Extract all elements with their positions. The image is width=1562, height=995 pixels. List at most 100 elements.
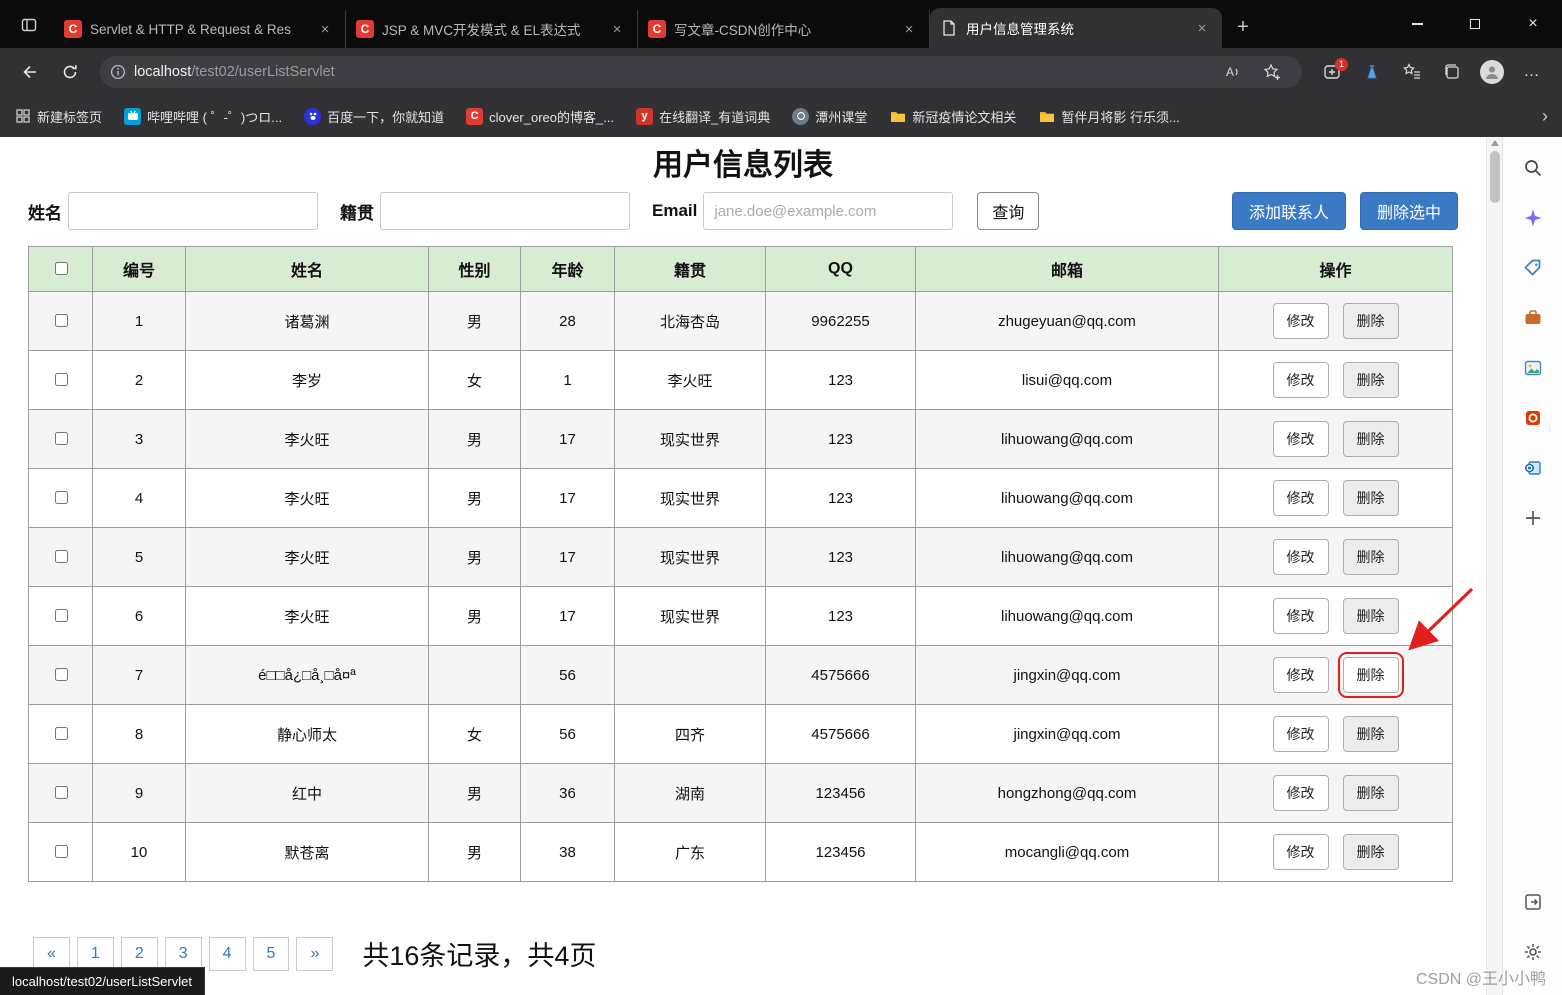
tab-close-icon[interactable]: × (607, 19, 627, 39)
sidebar-shopping-tag-icon[interactable] (1516, 251, 1550, 285)
settings-more-icon[interactable]: … (1515, 56, 1549, 88)
extension-icon[interactable] (1355, 56, 1389, 88)
delete-selected-button[interactable]: 删除选中 (1360, 192, 1458, 230)
csdn-favicon-icon: C (64, 20, 82, 38)
cell-name: 李火旺 (186, 469, 429, 528)
delete-button[interactable]: 删除 (1343, 834, 1399, 870)
tab-actions-icon[interactable] (12, 10, 46, 40)
tab-jsp-mvc[interactable]: C JSP & MVC开发模式 & EL表达式 × (346, 10, 638, 48)
cell-email: mocangli@qq.com (916, 823, 1219, 882)
sidebar-copilot-icon[interactable] (1516, 201, 1550, 235)
row-checkbox[interactable] (55, 786, 68, 799)
delete-button[interactable]: 删除 (1343, 421, 1399, 457)
grid-icon (14, 108, 31, 125)
site-info-icon[interactable] (110, 64, 126, 80)
minimize-button[interactable] (1388, 0, 1446, 48)
sidebar-open-in-icon[interactable] (1516, 885, 1550, 919)
page-5-button[interactable]: 5 (253, 937, 290, 971)
sidebar-outlook-icon[interactable] (1516, 451, 1550, 485)
modify-button[interactable]: 修改 (1273, 539, 1329, 575)
page-1-button[interactable]: 1 (77, 937, 114, 971)
sidebar-office-icon[interactable] (1516, 401, 1550, 435)
back-icon[interactable] (13, 56, 47, 88)
browser-essentials-icon[interactable]: 1 (1315, 56, 1349, 88)
tab-close-icon[interactable]: × (315, 19, 335, 39)
row-checkbox[interactable] (55, 432, 68, 445)
modify-button[interactable]: 修改 (1273, 834, 1329, 870)
row-checkbox[interactable] (55, 550, 68, 563)
bookmark-folder-covid[interactable]: 新冠疫情论文相关 (889, 107, 1016, 126)
row-checkbox[interactable] (55, 609, 68, 622)
modify-button[interactable]: 修改 (1273, 421, 1329, 457)
collections-icon[interactable] (1435, 56, 1469, 88)
tab-close-icon[interactable]: × (1192, 18, 1212, 38)
tab-close-icon[interactable]: × (899, 19, 919, 39)
delete-button[interactable]: 删除 (1343, 539, 1399, 575)
sidebar-settings-gear-icon[interactable] (1516, 935, 1550, 969)
row-checkbox[interactable] (55, 727, 68, 740)
modify-button[interactable]: 修改 (1273, 775, 1329, 811)
scroll-up-icon[interactable] (1491, 140, 1499, 146)
bookmark-new-tab[interactable]: 新建标签页 (14, 107, 102, 126)
delete-button-highlighted[interactable]: 删除 (1343, 657, 1399, 693)
delete-button[interactable]: 删除 (1343, 362, 1399, 398)
delete-button[interactable]: 删除 (1343, 598, 1399, 634)
bookmark-tanzhou[interactable]: 潭州课堂 (792, 107, 867, 126)
sidebar-add-icon[interactable] (1516, 501, 1550, 535)
delete-button[interactable]: 删除 (1343, 716, 1399, 752)
bookmark-csdn-blog[interactable]: C clover_oreo的博客_... (466, 107, 614, 126)
vertical-scrollbar[interactable] (1486, 137, 1502, 995)
row-checkbox[interactable] (55, 314, 68, 327)
bookmarks-overflow-icon[interactable]: › (1542, 106, 1548, 127)
read-aloud-icon[interactable]: A (1215, 56, 1249, 88)
delete-button[interactable]: 删除 (1343, 303, 1399, 339)
sidebar-tools-icon[interactable] (1516, 301, 1550, 335)
row-checkbox[interactable] (55, 373, 68, 386)
scrollbar-thumb[interactable] (1490, 151, 1500, 203)
page-next-button[interactable]: » (296, 937, 333, 971)
maximize-button[interactable] (1446, 0, 1504, 48)
modify-button[interactable]: 修改 (1273, 598, 1329, 634)
row-checkbox[interactable] (55, 491, 68, 504)
address-bar[interactable]: localhost/test02/userListServlet A (100, 56, 1302, 88)
modify-button[interactable]: 修改 (1273, 716, 1329, 752)
close-window-button[interactable]: × (1504, 0, 1562, 48)
select-all-checkbox[interactable] (55, 262, 68, 275)
favorite-add-icon[interactable] (1255, 56, 1289, 88)
modify-button[interactable]: 修改 (1273, 657, 1329, 693)
tab-csdn-editor[interactable]: C 写文章-CSDN创作中心 × (638, 10, 930, 48)
bookmark-folder-poetry[interactable]: 暂伴月将影 行乐须... (1038, 107, 1179, 126)
page-prev-button[interactable]: « (33, 937, 70, 971)
url-host: localhost (134, 64, 191, 80)
cell-id: 1 (93, 292, 186, 351)
new-tab-button[interactable]: + (1228, 12, 1258, 42)
refresh-icon[interactable] (53, 56, 87, 88)
cell-age: 17 (521, 469, 615, 528)
sidebar-image-tool-icon[interactable] (1516, 351, 1550, 385)
cell-origin: 现实世界 (615, 528, 766, 587)
query-button[interactable]: 查询 (977, 192, 1039, 230)
page-3-button[interactable]: 3 (165, 937, 202, 971)
name-filter-input[interactable] (68, 192, 318, 230)
tab-user-management-active[interactable]: 用户信息管理系统 × (930, 8, 1222, 48)
tab-servlet-http[interactable]: C Servlet & HTTP & Request & Res × (54, 10, 346, 48)
bookmark-youdao[interactable]: y 在线翻译_有道词典 (636, 107, 770, 126)
bookmark-baidu[interactable]: 百度一下，你就知道 (304, 107, 444, 126)
profile-avatar[interactable] (1475, 56, 1509, 88)
cell-id: 10 (93, 823, 186, 882)
row-checkbox[interactable] (55, 845, 68, 858)
page-4-button[interactable]: 4 (209, 937, 246, 971)
email-filter-input[interactable] (703, 192, 953, 230)
row-checkbox[interactable] (55, 668, 68, 681)
modify-button[interactable]: 修改 (1273, 362, 1329, 398)
bookmark-bilibili[interactable]: 哔哩哔哩 ( ゜-゜)つロ... (124, 107, 282, 126)
sidebar-search-icon[interactable] (1516, 151, 1550, 185)
modify-button[interactable]: 修改 (1273, 303, 1329, 339)
delete-button[interactable]: 删除 (1343, 480, 1399, 516)
page-2-button[interactable]: 2 (121, 937, 158, 971)
favorites-bar-icon[interactable] (1395, 56, 1429, 88)
delete-button[interactable]: 删除 (1343, 775, 1399, 811)
modify-button[interactable]: 修改 (1273, 480, 1329, 516)
origin-filter-input[interactable] (380, 192, 630, 230)
add-contact-button[interactable]: 添加联系人 (1232, 192, 1346, 230)
